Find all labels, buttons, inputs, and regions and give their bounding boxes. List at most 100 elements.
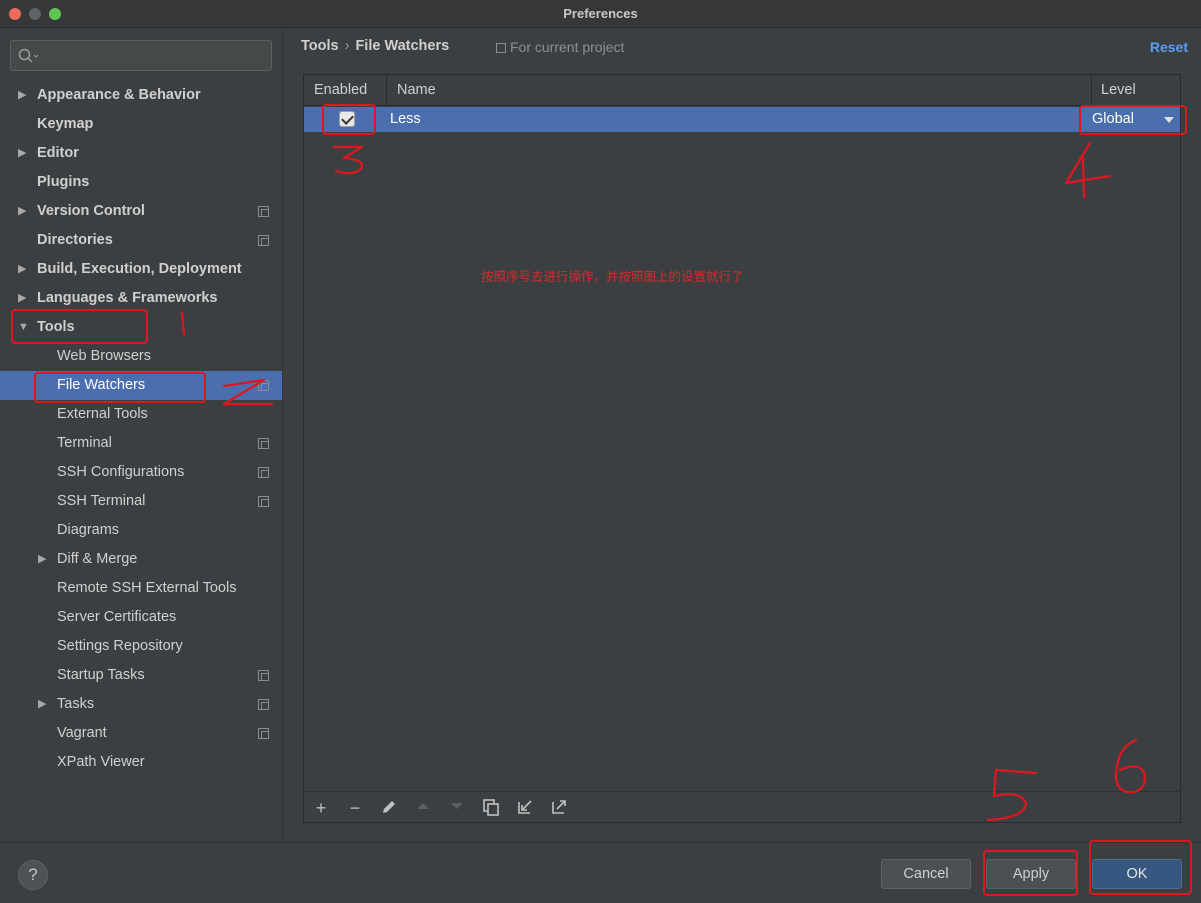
settings-sidebar: ▶ Appearance & Behavior Keymap ▶ Editor Plugi… — [0, 28, 283, 842]
chevron-right-icon[interactable]: ▶ — [18, 81, 26, 110]
sidebar-item-label: Keymap — [37, 116, 94, 132]
sidebar-item-external-tools[interactable]: External Tools — [0, 400, 282, 429]
sidebar-item-tools[interactable]: ▼ Tools — [0, 313, 282, 342]
table-toolbar: + − — [304, 791, 1180, 823]
sidebar-item-label: SSH Terminal — [57, 493, 146, 509]
project-scope-icon — [496, 43, 506, 53]
import-icon — [518, 800, 532, 814]
copy-icon — [483, 799, 499, 816]
sidebar-item-vagrant[interactable]: Vagrant — [0, 719, 282, 748]
sidebar-item-file-watchers[interactable]: File Watchers — [0, 371, 282, 400]
sidebar-item-build-execution-deployment[interactable]: ▶ Build, Execution, Deployment — [0, 255, 282, 284]
sidebar-item-label: Settings Repository — [57, 638, 183, 654]
sidebar-item-label: Startup Tasks — [57, 667, 145, 683]
move-up-button[interactable] — [413, 798, 433, 818]
sidebar-item-label: Tasks — [57, 696, 95, 712]
sidebar-item-ssh-terminal[interactable]: SSH Terminal — [0, 487, 282, 516]
project-settings-icon — [258, 728, 269, 739]
sidebar-item-label: Web Browsers — [57, 348, 152, 364]
chevron-right-icon[interactable]: ▶ — [18, 197, 26, 226]
search-icon — [18, 48, 39, 63]
sidebar-item-keymap[interactable]: Keymap — [0, 110, 282, 139]
chevron-right-icon[interactable]: ▶ — [18, 284, 26, 313]
sidebar-item-label: Version Control — [37, 203, 145, 219]
chevron-right-icon[interactable]: ▶ — [18, 255, 26, 284]
move-down-icon — [451, 803, 463, 809]
sidebar-item-settings-repository[interactable]: Settings Repository — [0, 632, 282, 661]
add-button[interactable]: + — [311, 798, 331, 818]
help-button[interactable]: ? — [18, 860, 48, 890]
import-button[interactable] — [515, 798, 535, 818]
sidebar-item-startup-tasks[interactable]: Startup Tasks — [0, 661, 282, 690]
file-watchers-panel: Tools › File Watchers For current project … — [284, 28, 1201, 842]
sidebar-item-server-certificates[interactable]: Server Certificates — [0, 603, 282, 632]
level-dropdown[interactable]: Global — [1092, 107, 1178, 132]
sidebar-item-label: Vagrant — [57, 725, 107, 741]
sidebar-item-appearance-behavior[interactable]: ▶ Appearance & Behavior — [0, 81, 282, 110]
sidebar-item-tasks[interactable]: ▶ Tasks — [0, 690, 282, 719]
project-settings-icon — [258, 235, 269, 246]
sidebar-item-label: Diagrams — [57, 522, 120, 538]
breadcrumb-separator: › — [344, 38, 350, 54]
sidebar-item-label: File Watchers — [57, 377, 146, 393]
window-title: Preferences — [563, 6, 638, 21]
sidebar-item-label: XPath Viewer — [57, 754, 145, 770]
reset-link[interactable]: Reset — [1150, 39, 1188, 55]
title-bar: Preferences — [0, 0, 1201, 28]
cancel-button[interactable]: Cancel — [881, 859, 971, 889]
sidebar-item-plugins[interactable]: Plugins — [0, 168, 282, 197]
column-name[interactable]: Name — [397, 75, 436, 106]
sidebar-item-editor[interactable]: ▶ Editor — [0, 139, 282, 168]
ok-button[interactable]: OK — [1092, 859, 1182, 889]
sidebar-item-remote-ssh-external-tools[interactable]: Remote SSH External Tools — [0, 574, 282, 603]
apply-button[interactable]: Apply — [986, 859, 1076, 889]
sidebar-item-version-control[interactable]: ▶ Version Control — [0, 197, 282, 226]
sidebar-item-directories[interactable]: Directories — [0, 226, 282, 255]
remove-button[interactable]: − — [345, 798, 365, 818]
sidebar-item-label: External Tools — [57, 406, 148, 422]
project-settings-icon — [258, 699, 269, 710]
sidebar-item-languages-frameworks[interactable]: ▶ Languages & Frameworks — [0, 284, 282, 313]
copy-button[interactable] — [481, 798, 501, 818]
sidebar-item-ssh-configurations[interactable]: SSH Configurations — [0, 458, 282, 487]
sidebar-item-label: Server Certificates — [57, 609, 177, 625]
file-watchers-table: Enabled Name Level Less Global + − — [303, 74, 1181, 823]
column-divider — [1091, 75, 1092, 106]
export-icon — [552, 800, 566, 814]
sidebar-item-xpath-viewer[interactable]: XPath Viewer — [0, 748, 282, 777]
sidebar-item-label: Plugins — [37, 174, 90, 190]
sidebar-item-label: Diff & Merge — [57, 551, 138, 567]
sidebar-item-label: SSH Configurations — [57, 464, 185, 480]
chevron-right-icon[interactable]: ▶ — [38, 545, 46, 574]
settings-search-input[interactable] — [10, 40, 272, 71]
project-scope-note: For current project — [496, 39, 624, 55]
chevron-down-icon — [1164, 117, 1174, 123]
project-settings-icon — [258, 380, 269, 391]
watcher-name-cell: Less — [390, 111, 421, 127]
sidebar-item-label: Terminal — [57, 435, 112, 451]
chevron-right-icon[interactable]: ▶ — [38, 690, 46, 719]
sidebar-item-label: Editor — [37, 145, 79, 161]
export-button[interactable] — [549, 798, 569, 818]
chevron-down-icon[interactable]: ▼ — [18, 313, 29, 342]
sidebar-item-terminal[interactable]: Terminal — [0, 429, 282, 458]
sidebar-item-label: Directories — [37, 232, 113, 248]
column-level[interactable]: Level — [1101, 75, 1136, 106]
move-down-button[interactable] — [447, 798, 467, 818]
enabled-checkbox[interactable] — [339, 111, 355, 127]
breadcrumb-file-watchers: File Watchers — [355, 38, 450, 54]
chevron-right-icon[interactable]: ▶ — [18, 139, 26, 168]
sidebar-item-web-browsers[interactable]: Web Browsers — [0, 342, 282, 371]
column-enabled[interactable]: Enabled — [314, 75, 367, 106]
table-header: Enabled Name Level — [304, 75, 1180, 106]
sidebar-item-label: Appearance & Behavior — [37, 87, 201, 103]
project-settings-icon — [258, 467, 269, 478]
project-settings-icon — [258, 496, 269, 507]
sidebar-item-diagrams[interactable]: Diagrams — [0, 516, 282, 545]
table-row[interactable]: Less Global — [304, 107, 1180, 132]
edit-button[interactable] — [379, 798, 399, 818]
sidebar-item-label: Build, Execution, Deployment — [37, 261, 242, 277]
dialog-footer: ? Cancel Apply OK — [0, 842, 1201, 903]
project-scope-label: For current project — [510, 39, 625, 55]
sidebar-item-diff-merge[interactable]: ▶ Diff & Merge — [0, 545, 282, 574]
